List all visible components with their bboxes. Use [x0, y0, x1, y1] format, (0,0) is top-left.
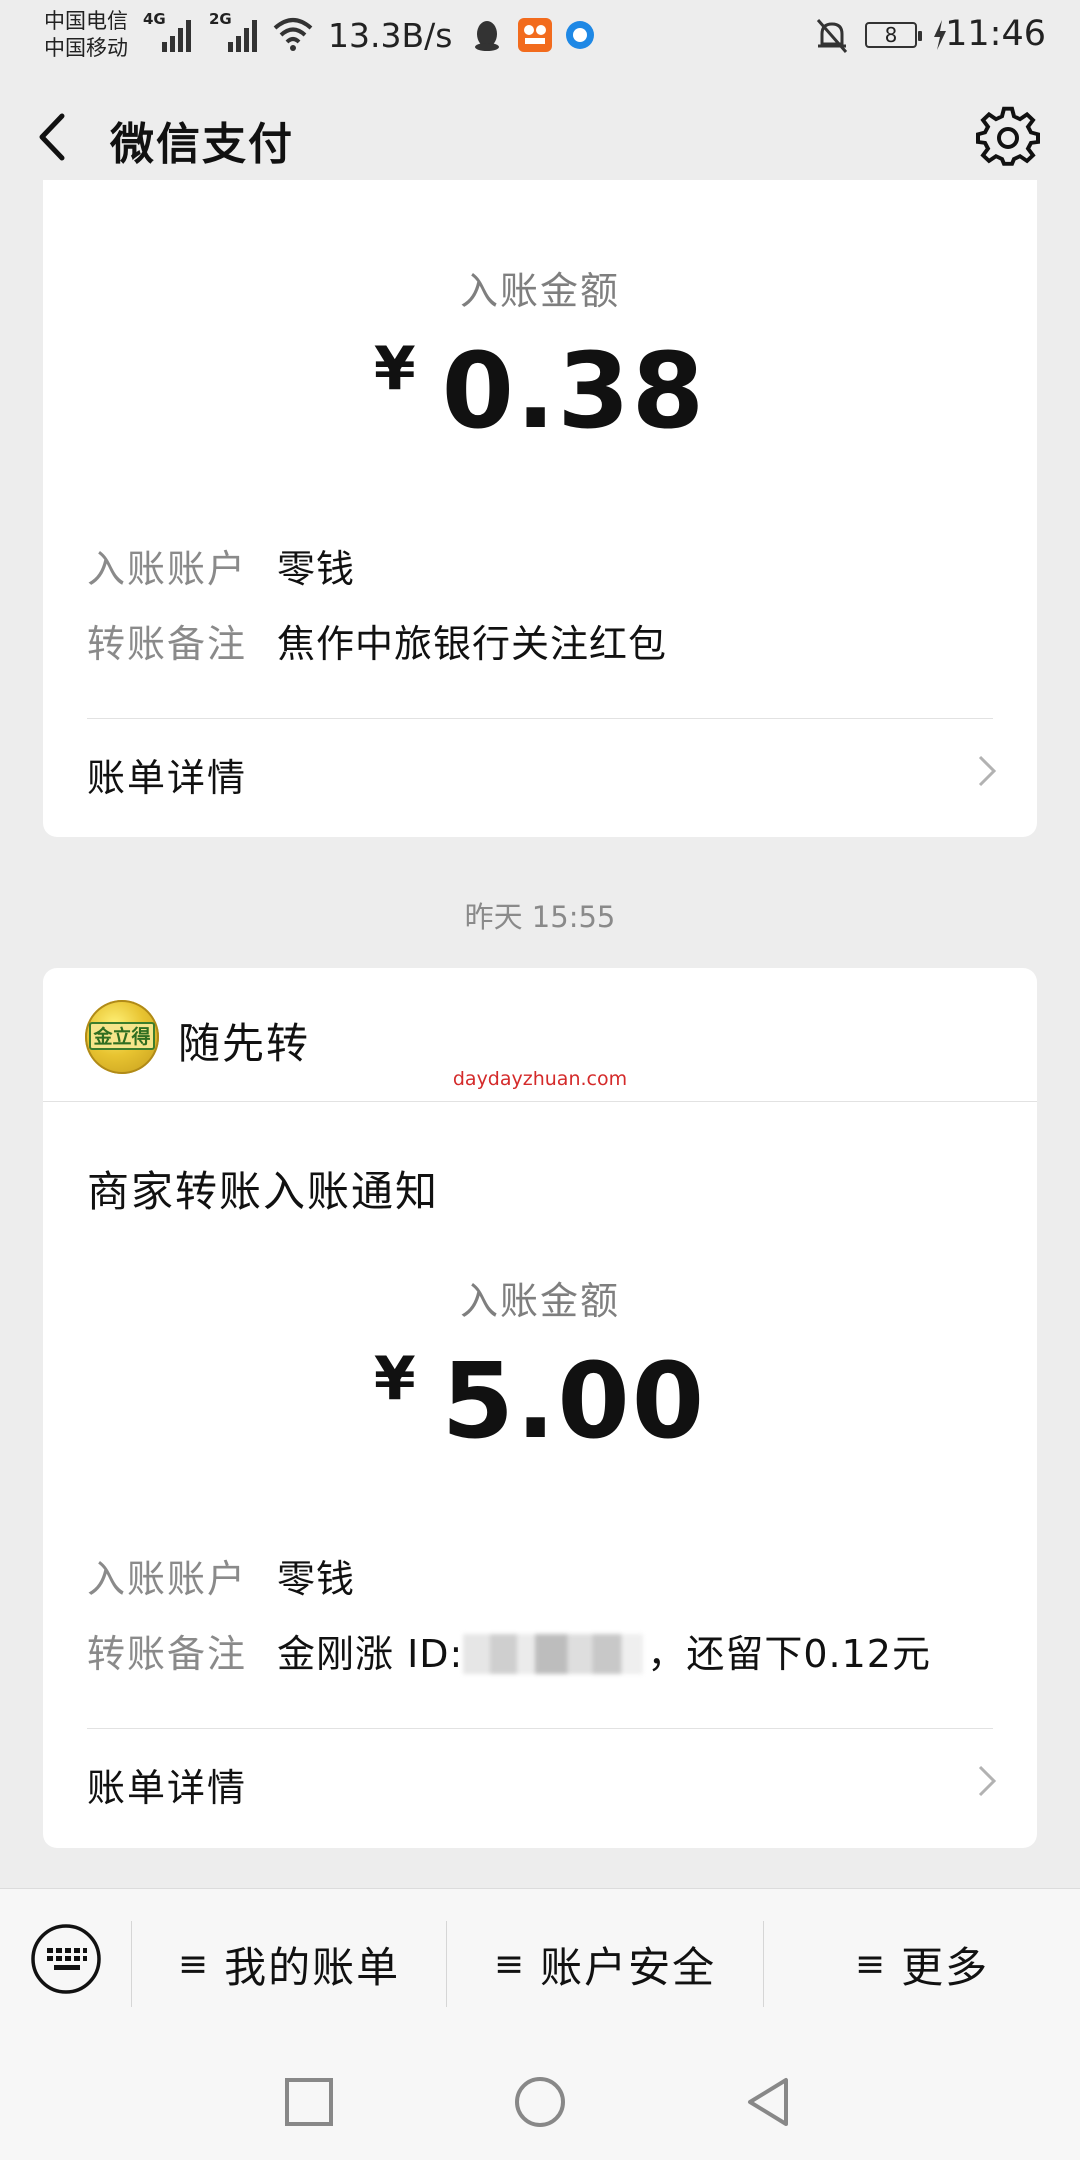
account-value: 零钱 — [277, 547, 356, 591]
bill-detail-row[interactable]: 账单详情 — [43, 1729, 1037, 1829]
home-button[interactable] — [512, 2074, 568, 2130]
note-key: 转账备注 — [87, 622, 248, 666]
amount-value: 5.00 — [441, 1340, 707, 1462]
menu-label: 我的账单 — [224, 1942, 401, 1992]
menu-my-bills[interactable]: ≡ 我的账单 — [132, 1889, 446, 2039]
recents-button[interactable] — [281, 2074, 337, 2130]
battery-icon: 8 — [865, 22, 922, 48]
watermark: daydayzhuan.com — [452, 1068, 628, 1090]
note-key: 转账备注 — [87, 1632, 248, 1676]
transfer-card-1: 入账金额 ¥0.38 入账账户 零钱 转账备注 焦作中旅银行关注红包 账单详情 — [43, 180, 1037, 837]
amount-display: ¥5.00 — [43, 1340, 1037, 1462]
amount-display: ¥0.38 — [43, 330, 1037, 452]
message-timestamp: 昨天 15:55 — [464, 900, 616, 934]
menu-more[interactable]: ≡ 更多 — [764, 1889, 1080, 2039]
keyboard-toggle-icon[interactable] — [30, 1923, 102, 1995]
redacted-id — [463, 1633, 644, 1674]
page-title: 微信支付 — [110, 119, 294, 170]
merchant-avatar[interactable]: 金立得 — [85, 1000, 159, 1074]
transfer-card-2: 金立得 随先转 daydayzhuan.com 商家转账入账通知 入账金额 ¥5… — [43, 968, 1037, 1848]
account-key: 入账账户 — [87, 547, 248, 591]
signal-icon-2 — [228, 20, 257, 52]
browser-icon — [566, 21, 594, 49]
menu-icon: ≡ — [493, 1943, 527, 1985]
app-notification-icon — [518, 18, 552, 52]
bottom-menu: ≡ 我的账单 ≡ 账户安全 ≡ 更多 — [0, 1888, 1080, 2039]
menu-icon: ≡ — [854, 1943, 888, 1985]
amount-label: 入账金额 — [459, 269, 620, 313]
account-value: 零钱 — [277, 1557, 356, 1601]
currency-symbol: ¥ — [373, 334, 416, 404]
signal-icon — [162, 20, 191, 52]
menu-label: 账户安全 — [540, 1942, 717, 1992]
wifi-icon — [273, 18, 313, 51]
chevron-right-icon — [978, 1765, 997, 1797]
back-nav-button[interactable] — [742, 2074, 798, 2130]
account-row: 入账账户 零钱 — [87, 1548, 355, 1603]
note-value: 焦作中旅银行关注红包 — [277, 622, 668, 666]
chevron-right-icon — [978, 755, 997, 787]
back-button[interactable] — [30, 102, 90, 172]
menu-label: 更多 — [901, 1942, 990, 1992]
bill-detail-row[interactable]: 账单详情 — [43, 719, 1037, 819]
merchant-logo-text: 金立得 — [89, 1022, 155, 1050]
amount-value: 0.38 — [441, 330, 707, 452]
menu-icon: ≡ — [177, 1943, 211, 1985]
carrier-1: 中国电信 — [44, 9, 128, 33]
note-prefix: 金刚涨 ID: — [277, 1632, 464, 1676]
mute-bell-icon — [816, 19, 848, 53]
note-row: 转账备注 金刚涨 ID: ，还留下0.12元 — [87, 1623, 931, 1678]
net-speed: 13.3B/s — [328, 16, 453, 55]
currency-symbol: ¥ — [373, 1344, 416, 1414]
notice-title: 商家转账入账通知 — [87, 1167, 440, 1216]
carrier-info: 中国电信 中国移动 — [44, 8, 128, 62]
carrier-2: 中国移动 — [44, 36, 128, 60]
qq-icon — [475, 21, 499, 51]
note-suffix: ，还留下0.12元 — [647, 1632, 931, 1676]
clock: 11:46 — [945, 14, 1046, 54]
amount-label: 入账金额 — [459, 1279, 620, 1323]
menu-account-security[interactable]: ≡ 账户安全 — [447, 1889, 763, 2039]
bill-detail-label: 账单详情 — [87, 1766, 248, 1810]
system-nav-bar — [0, 2038, 1080, 2160]
merchant-name[interactable]: 随先转 — [178, 1010, 310, 1071]
bill-detail-label: 账单详情 — [87, 756, 248, 800]
account-key: 入账账户 — [87, 1557, 248, 1601]
settings-gear-icon[interactable] — [976, 106, 1040, 170]
status-bar: 中国电信 中国移动 4G 2G 13.3B/s 8 11:46 — [0, 0, 1080, 72]
header-divider — [43, 1101, 1037, 1102]
note-row: 转账备注 焦作中旅银行关注红包 — [87, 613, 667, 668]
account-row: 入账账户 零钱 — [87, 538, 355, 593]
